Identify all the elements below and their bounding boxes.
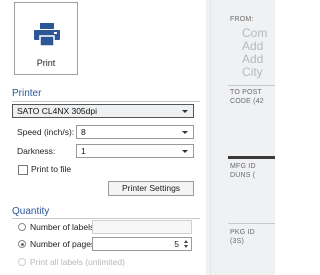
stepper-down-icon[interactable]	[184, 245, 188, 248]
preview-pkg-3s: (3S)	[230, 238, 245, 245]
printer-settings-button[interactable]: Printer Settings	[108, 181, 194, 196]
preview-from-line-4: City	[242, 65, 263, 79]
speed-select-value: 8	[81, 127, 86, 137]
preview-barcode-bar	[228, 156, 275, 159]
printer-select[interactable]: SATO CL4NX 305dpi	[12, 104, 194, 118]
preview-divider	[228, 223, 275, 224]
quantity-section-divider	[12, 218, 200, 219]
label-preview: FROM: Com Add Add City TO POST CODE (42 …	[206, 0, 275, 275]
print-all-labels-radio[interactable]	[18, 258, 26, 266]
printer-section-heading: Printer	[12, 88, 42, 99]
number-of-labels-input[interactable]	[92, 220, 192, 234]
preview-divider	[228, 85, 275, 86]
print-to-file-label: Print to file	[31, 164, 72, 174]
chevron-down-icon	[182, 150, 188, 153]
number-of-labels-label: Number of labels	[30, 222, 95, 232]
number-of-pages-value: 5	[174, 239, 179, 249]
preview-code: CODE (42	[230, 98, 264, 105]
print-dialog-pane: Print Printer SATO CL4NX 305dpi Speed (i…	[0, 0, 206, 275]
number-of-pages-stepper[interactable]: 5	[92, 237, 192, 251]
speed-select[interactable]: 8	[76, 125, 194, 139]
preview-pkg: PKG ID	[230, 229, 255, 236]
darkness-select[interactable]: 1	[76, 144, 194, 158]
printer-select-value: SATO CL4NX 305dpi	[17, 106, 98, 116]
number-of-labels-radio[interactable]	[18, 223, 26, 231]
preview-from-line-2: Add	[242, 39, 264, 53]
stepper-up-icon[interactable]	[184, 240, 188, 243]
chevron-down-icon	[182, 131, 188, 134]
quantity-section-heading: Quantity	[12, 206, 50, 217]
preview-from-line-3: Add	[242, 52, 264, 66]
printer-section-divider	[12, 101, 200, 102]
preview-mfg: MFG ID	[230, 163, 256, 170]
preview-edge	[210, 0, 211, 275]
preview-to-postal: TO POST	[230, 89, 262, 96]
number-of-pages-radio[interactable]	[18, 240, 26, 248]
preview-from-line-1: Com	[242, 26, 268, 40]
print-to-file-checkbox[interactable]	[18, 165, 28, 175]
preview-from-label: FROM:	[230, 16, 254, 23]
darkness-label: Darkness:	[17, 146, 56, 156]
speed-label: Speed (inch/s):	[17, 127, 75, 137]
print-button[interactable]: Print	[14, 2, 78, 75]
print-all-labels-label: Print all labels (unlimited)	[30, 257, 125, 267]
print-button-label: Print	[36, 58, 56, 68]
printer-icon	[34, 23, 60, 47]
number-of-pages-label: Number of pages	[30, 239, 96, 249]
darkness-select-value: 1	[81, 146, 86, 156]
chevron-down-icon	[182, 110, 188, 113]
preview-duns: DUNS (	[230, 172, 256, 179]
